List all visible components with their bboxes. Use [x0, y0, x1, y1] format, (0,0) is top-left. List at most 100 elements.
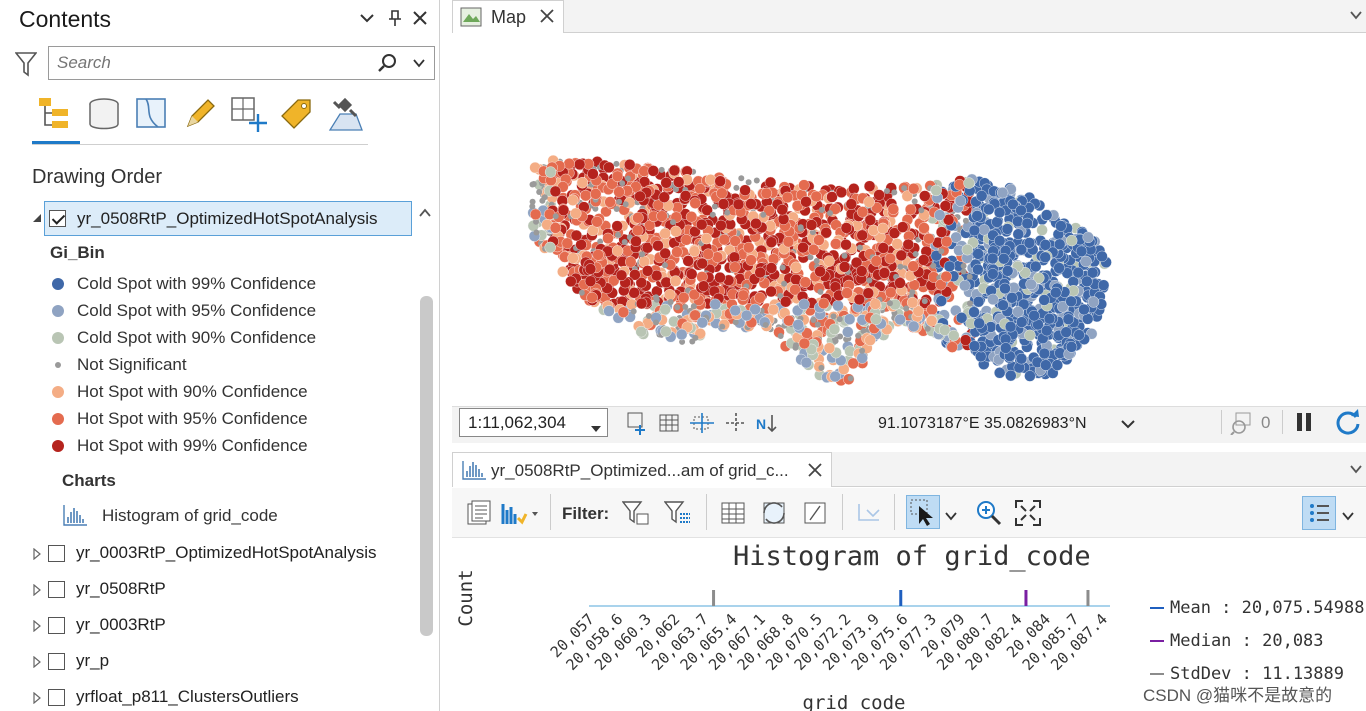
tab-map-label: Map: [491, 7, 527, 27]
layer-name: yr_0508RtP_OptimizedHotSpotAnalysis: [77, 208, 378, 228]
filter-by-selection-icon[interactable]: [663, 500, 692, 531]
layer-name: yr_0508RtP: [76, 579, 166, 598]
list-by-drawing-order-icon[interactable]: [36, 96, 74, 134]
divider: [842, 494, 843, 530]
legend-symbol-icon: [55, 361, 61, 368]
list-by-labeling-icon[interactable]: [278, 96, 316, 134]
divider: [1282, 410, 1283, 434]
map-scale-value: 1:11,062,304: [468, 413, 566, 432]
list-by-selection-icon[interactable]: [134, 96, 172, 134]
legend-list-icon: [1310, 504, 1329, 522]
layer-row-selected[interactable]: yr_0508RtP_OptimizedHotSpotAnalysis: [44, 201, 412, 236]
legend-item-label: Cold Spot with 95% Confidence: [77, 300, 317, 320]
list-by-data-source-icon[interactable]: [86, 96, 124, 134]
expand-layer-icon[interactable]: [33, 583, 41, 601]
chart-properties-icon[interactable]: [466, 500, 492, 531]
search-options-chevron-icon[interactable]: [411, 55, 427, 76]
tab-map[interactable]: Map: [452, 0, 564, 33]
layer-visibility-checkbox[interactable]: [48, 616, 65, 634]
histogram-chart-icon: [461, 459, 487, 486]
fixed-zoom-icon: [627, 412, 645, 435]
map-scale-dropdown[interactable]: 1:11,062,304: [459, 408, 608, 437]
selected-count: 0: [1261, 413, 1271, 432]
search-field[interactable]: [48, 46, 435, 80]
legend-toggle-button[interactable]: [1302, 496, 1336, 530]
list-by-editing-icon[interactable]: [182, 96, 220, 134]
map-coordinates: 91.1073187°E 35.0826983°N: [878, 415, 1087, 432]
map-view[interactable]: [452, 34, 1366, 406]
collapse-layer-icon[interactable]: [31, 211, 43, 229]
layer-row[interactable]: yrfloat_p811_ClustersOutliers: [48, 682, 299, 711]
mean-text: Mean : 20,075.54988: [1170, 598, 1365, 618]
pane-menu-chevron-icon[interactable]: [358, 9, 376, 32]
full-extent-icon[interactable]: [1014, 499, 1042, 532]
layer-visibility-checkbox[interactable]: [48, 544, 65, 562]
zoom-to-selection-icon[interactable]: [855, 500, 883, 531]
layer-name: yr_p: [76, 651, 110, 670]
search-icon[interactable]: [377, 53, 397, 78]
tab-chart-histogram[interactable]: yr_0508RtP_Optimized...am of grid_c...: [452, 452, 832, 487]
layer-visibility-checkbox[interactable]: [49, 210, 66, 227]
expand-layer-icon[interactable]: [33, 619, 41, 637]
chart-toolbar: Filter:: [452, 488, 1366, 538]
tab-overflow-chevron-icon[interactable]: [1349, 462, 1363, 481]
zoom-in-icon[interactable]: [975, 499, 1003, 532]
legend-symbol-icon: [52, 304, 64, 317]
layer-row[interactable]: yr_p: [48, 646, 109, 676]
expand-layer-icon[interactable]: [33, 655, 41, 673]
scroll-up-icon[interactable]: [418, 206, 432, 224]
legend-symbol-icon: [52, 331, 64, 344]
mean-swatch: [1150, 607, 1164, 609]
search-input[interactable]: [57, 53, 357, 73]
contents-title: Contents: [19, 6, 112, 32]
map-tool-icons: N: [626, 411, 786, 440]
median-text: Median : 20,083: [1170, 631, 1324, 651]
select-tool-button[interactable]: [906, 495, 940, 529]
layer-name: yr_0003RtP: [76, 615, 166, 634]
list-by-snapping-icon[interactable]: [230, 96, 268, 134]
median-legend: Median : 20,083: [1150, 631, 1324, 651]
select-tool-dropdown-icon[interactable]: [945, 508, 957, 526]
layer-row[interactable]: yr_0003RtP_OptimizedHotSpotAnalysis: [48, 538, 376, 568]
filter-by-extent-icon[interactable]: [621, 500, 650, 531]
layer-visibility-checkbox[interactable]: [48, 580, 65, 598]
drawing-order-heading: Drawing Order: [32, 166, 163, 188]
close-map-tab-icon[interactable]: [539, 8, 555, 29]
tab-overflow-chevron-icon[interactable]: [1349, 8, 1363, 27]
layer-visibility-checkbox[interactable]: [48, 688, 65, 706]
close-chart-tab-icon[interactable]: [807, 462, 823, 483]
divider: [706, 494, 707, 530]
filter-label: Filter:: [562, 504, 610, 523]
hotspot-map: [527, 154, 1112, 387]
stddev-swatch: [1150, 673, 1164, 675]
switch-selection-icon[interactable]: [760, 499, 788, 532]
close-icon[interactable]: [411, 9, 429, 32]
legend-dropdown-icon[interactable]: [1342, 508, 1354, 526]
add-chart-icon[interactable]: [500, 500, 540, 531]
list-by-perspective-imagery-icon[interactable]: [326, 96, 364, 134]
legend-symbol-icon: [52, 277, 64, 290]
map-tab-bar: [452, 0, 1366, 33]
legend-item-label: Cold Spot with 99% Confidence: [77, 273, 317, 293]
scrollbar-thumb[interactable]: [420, 296, 433, 636]
selected-features-icon[interactable]: [1230, 411, 1256, 440]
grid-icon: [659, 414, 679, 432]
divider: [32, 144, 368, 145]
watermark: CSDN @猫咪不是故意的: [1143, 686, 1333, 705]
refresh-icon[interactable]: [1334, 409, 1362, 440]
expand-layer-icon[interactable]: [33, 691, 41, 709]
legend-item: Hot Spot with 99% Confidence: [52, 432, 308, 459]
chart-item-histogram[interactable]: Histogram of grid_code: [102, 506, 278, 526]
pause-drawing-icon[interactable]: [1295, 412, 1313, 437]
clear-selection-icon[interactable]: [802, 500, 828, 531]
filter-icon[interactable]: [14, 51, 38, 82]
layer-row[interactable]: yr_0508RtP: [48, 574, 166, 604]
coordinate-format-chevron-icon[interactable]: [1120, 417, 1136, 436]
histogram-chart-icon: [62, 503, 88, 532]
layer-name: yrfloat_p811_ClustersOutliers: [76, 687, 299, 706]
expand-layer-icon[interactable]: [33, 547, 41, 565]
layer-row[interactable]: yr_0003RtP: [48, 610, 166, 640]
table-icon[interactable]: [720, 501, 746, 530]
layer-visibility-checkbox[interactable]: [48, 652, 65, 670]
pin-icon[interactable]: [386, 9, 404, 32]
